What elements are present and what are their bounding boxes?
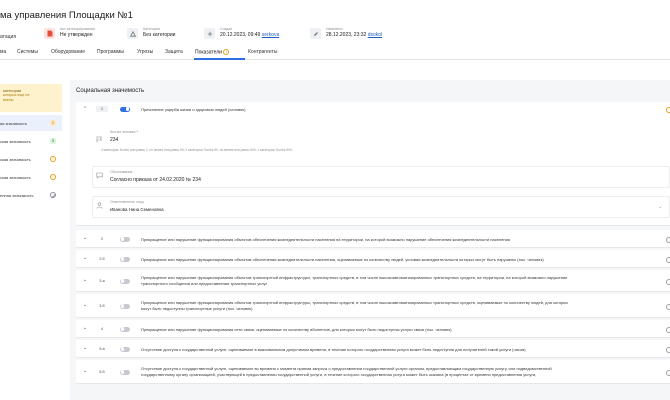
field-justification[interactable]: Обоснование Согласно приказа от 24.02.20… — [92, 166, 670, 188]
info-first-value: атация — [0, 34, 17, 40]
info-icon[interactable] — [666, 256, 670, 263]
active-tab-indicator — [194, 58, 245, 60]
category-hint: 3 категория: Более или равно 1, но менее… — [101, 148, 293, 152]
section-title: Социальная значимость — [76, 88, 145, 94]
chevron-down-icon[interactable]: ⌄ — [659, 204, 662, 209]
left-item-social[interactable]: ая значимость 2 — [0, 115, 62, 131]
info-icon[interactable] — [666, 369, 670, 376]
chevron-down-icon[interactable]: ⌄ — [83, 255, 87, 261]
chevron-down-icon[interactable]: ⌄ — [83, 368, 87, 374]
flag-icon — [96, 136, 103, 143]
info-bar: атация Акт категорирования Не утвержден … — [0, 27, 670, 45]
field-responsible[interactable]: Ответственное лицо Иванова Нина Семеновн… — [92, 196, 670, 218]
chevron-down-icon[interactable]: ⌄ — [83, 325, 87, 331]
row-number: 4 — [101, 327, 103, 331]
row-number: 2 — [101, 237, 103, 241]
warning-icon: ! — [223, 49, 230, 55]
justification-value: Согласно приказа от 24.02.2020 № 234 — [110, 177, 201, 183]
tab-equipment[interactable]: Оборудование — [51, 49, 85, 55]
row-text: Причинение ущерба жизни и здоровью людей… — [141, 106, 246, 112]
left-item-political[interactable]: ская значимость 3 — [0, 133, 62, 149]
tab-programs[interactable]: Программы — [97, 49, 124, 55]
row-toggle[interactable] — [120, 303, 130, 309]
created-user-link[interactable]: serkova — [262, 32, 280, 38]
tab-threats[interactable]: Угрозы — [137, 49, 153, 55]
row-number: 3-а — [99, 279, 105, 283]
tab-first[interactable]: ма — [0, 49, 6, 55]
category-banner: категории которых еще не внены — [0, 84, 62, 112]
info-icon[interactable] — [666, 278, 670, 285]
changed-user-link[interactable]: dsokol — [368, 32, 382, 38]
chevron-down-icon[interactable]: ⌄ — [83, 345, 87, 351]
row-toggle[interactable] — [120, 326, 130, 332]
row-toggle[interactable] — [120, 106, 130, 112]
indicator-row[interactable]: ⌄ 3-б Прекращение или нарушение функцион… — [76, 294, 670, 318]
tab-bar: ма Системы Оборудование Программы Угрозы… — [0, 46, 670, 60]
count-badge: 2 — [50, 120, 56, 126]
row-number: 2-б — [99, 257, 105, 261]
info-created: Создан 20.12.2023, 09:49 serkova — [204, 27, 279, 45]
comment-icon — [96, 172, 103, 179]
tab-protection[interactable]: Защита — [165, 49, 183, 55]
responsible-value: Иванова Нина Семеновна — [110, 207, 164, 212]
warning-icon: ! — [50, 174, 56, 180]
tab-systems[interactable]: Системы — [17, 49, 38, 55]
row-toggle[interactable] — [120, 346, 130, 352]
document-icon — [44, 28, 55, 39]
blocked-icon — [50, 192, 56, 198]
field-people-count[interactable]: Кол-во человек * 234 3 категория: Более … — [92, 126, 670, 160]
info-changed: Изменено 28.12.2023, 23:32 dsokol — [310, 27, 382, 45]
info-act: Акт категорирования Не утвержден — [44, 27, 95, 45]
row-number: 3-б — [99, 304, 105, 308]
warning-icon: ! — [50, 156, 56, 162]
left-item-ecological[interactable]: ская значимость ! — [0, 169, 62, 185]
info-icon[interactable] — [666, 326, 670, 333]
indicator-row[interactable]: ⌄ 3-а Прекращение или нарушение функцион… — [76, 270, 670, 292]
info-category: Категория Без категории — [127, 27, 175, 45]
info-icon[interactable] — [666, 303, 670, 310]
row-toggle[interactable] — [120, 369, 130, 375]
indicator-row[interactable]: ⌄ 5-б Отсутствие доступа к государственн… — [76, 360, 670, 384]
triangle-icon — [127, 28, 138, 39]
info-icon[interactable] — [666, 236, 670, 243]
main-content: Социальная значимость ⌃ 1 Причинение уще… — [70, 80, 670, 400]
tab-contractors[interactable]: Контрагенты — [248, 49, 277, 55]
people-count-value: 234 — [110, 137, 119, 143]
row-number: 5-б — [99, 370, 105, 374]
chevron-up-icon[interactable]: ⌃ — [83, 106, 87, 112]
chevron-down-icon[interactable]: ⌄ — [83, 277, 87, 283]
row-toggle[interactable] — [120, 256, 130, 262]
indicator-row-expanded: ⌃ 1 Причинение ущерба жизни и здоровью л… — [76, 102, 670, 226]
info-icon[interactable] — [666, 346, 670, 353]
indicator-row[interactable]: ⌄ 2 Прекращение или нарушение функционир… — [76, 230, 670, 248]
row-number: 5-а — [99, 347, 105, 351]
chevron-down-icon[interactable]: ⌄ — [83, 235, 87, 241]
row-number: 1 — [96, 106, 108, 112]
info-icon[interactable] — [666, 106, 670, 113]
page-title: ма управления Площадки №1 — [0, 10, 133, 21]
category-value: Без категории — [143, 32, 176, 38]
left-item-defense[interactable]: енная значимость — [0, 187, 62, 203]
user-icon — [96, 202, 103, 209]
row-toggle[interactable] — [120, 236, 130, 242]
left-item-economic[interactable]: ская значимость ! — [0, 151, 62, 167]
row-toggle[interactable] — [120, 278, 130, 284]
chevron-down-icon[interactable]: ⌄ — [83, 302, 87, 308]
pencil-icon — [310, 28, 321, 39]
indicator-row[interactable]: ⌄ 4 Прекращение или нарушение функционир… — [76, 320, 670, 338]
tab-indicators[interactable]: Показатели ! — [195, 49, 230, 55]
act-status: Не утвержден — [60, 32, 93, 38]
indicator-row[interactable]: ⌄ 2-б Прекращение или нарушение функцион… — [76, 250, 670, 268]
count-badge: 3 — [50, 138, 56, 144]
plus-icon — [204, 28, 215, 39]
indicator-row[interactable]: ⌄ 5-а Отсутствие доступа к государственн… — [76, 340, 670, 358]
